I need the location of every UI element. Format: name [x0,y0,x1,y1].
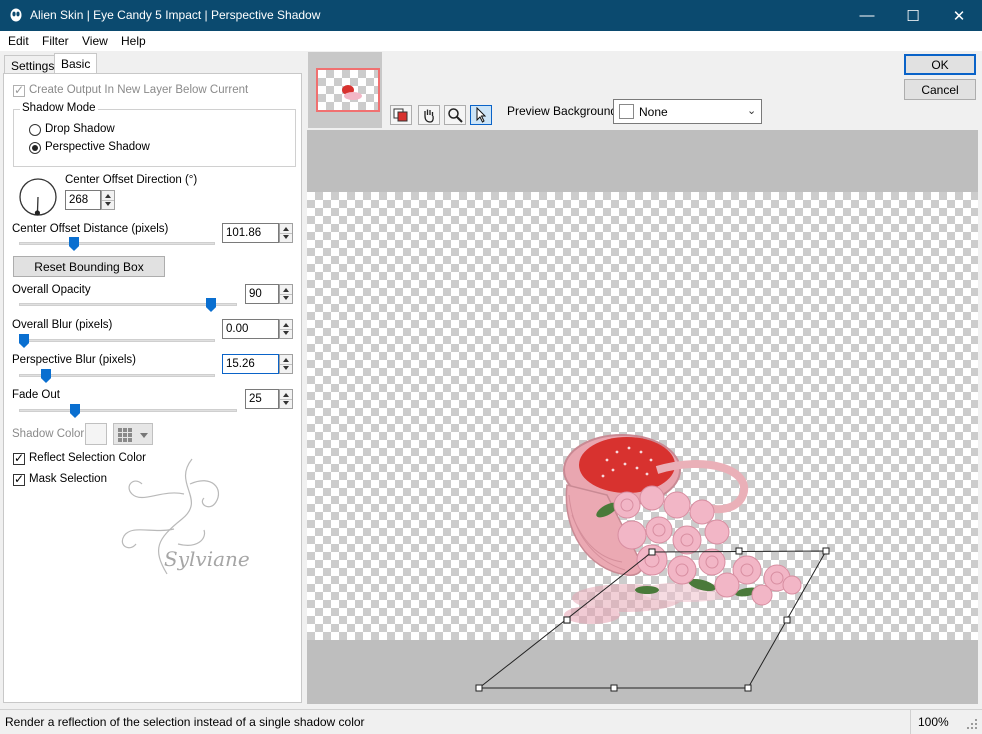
navigator-thumbnail[interactable] [316,68,380,112]
perspective-blur-spinner[interactable] [279,354,293,374]
tab-basic[interactable]: Basic [54,53,98,75]
watermark-flourish: Sylviane [121,458,250,575]
hand-icon [424,109,434,123]
shadow-color-swatch[interactable] [85,423,107,445]
shadow-color-label: Shadow Color [12,428,85,440]
menu-view[interactable]: View [82,34,108,48]
menu-filter[interactable]: Filter [42,34,69,48]
overall-opacity-label: Overall Opacity [12,284,91,296]
reset-bounding-box-button[interactable]: Reset Bounding Box [13,256,165,277]
box-handle-bottom-mid [610,684,618,692]
perspective-blur-thumb[interactable] [41,369,51,383]
zoom-level: 100% [918,715,949,729]
center-offset-distance-label: Center Offset Distance (pixels) [12,223,169,235]
pan-tool-button[interactable] [418,105,440,125]
watermark-text: Sylviane [164,547,250,571]
center-offset-direction-label: Center Offset Direction (°) [65,174,198,186]
perspective-blur-label: Perspective Blur (pixels) [12,354,136,366]
overall-opacity-input[interactable]: 90 [245,284,279,304]
zoom-tool-button[interactable] [444,105,466,125]
reflect-selection-checkbox[interactable] [13,451,25,465]
overall-opacity-track[interactable] [19,303,237,306]
box-handle-bottom-right [744,684,752,692]
magnifier-icon [448,108,463,123]
drop-shadow-label: Drop Shadow [45,123,115,135]
fade-out-input[interactable]: 25 [245,389,279,409]
menu-help[interactable]: Help [121,34,146,48]
none-swatch-icon [619,104,634,119]
select-tool-button[interactable] [470,105,492,125]
close-button[interactable]: ✕ [936,0,982,31]
resize-grip-icon[interactable] [966,718,978,730]
status-divider [910,710,911,734]
mask-selection-label: Mask Selection [29,473,107,485]
menu-edit[interactable]: Edit [8,34,29,48]
navigator-strip [308,52,382,128]
overall-blur-label: Overall Blur (pixels) [12,319,113,331]
box-handle-bottom-left [475,684,483,692]
chevron-down-icon: ⌄ [747,105,757,117]
box-handle-top-left [648,548,656,556]
title-bar: Alien Skin | Eye Candy 5 Impact | Perspe… [0,0,982,31]
menu-bar: Edit Filter View Help [0,31,982,51]
direction-dial[interactable] [17,176,59,218]
minimize-button[interactable]: — [844,0,890,31]
maximize-button[interactable]: ☐ [890,0,936,31]
center-offset-distance-thumb[interactable] [69,237,79,251]
fade-out-spinner[interactable] [279,389,293,409]
color-grid-icon [118,428,148,442]
fade-out-track[interactable] [19,409,237,412]
overall-blur-thumb[interactable] [19,334,29,348]
center-offset-distance-input[interactable]: 101.86 [222,223,279,243]
overall-blur-spinner[interactable] [279,319,293,339]
perspective-shadow-label: Perspective Shadow [45,141,150,153]
create-output-label: Create Output In New Layer Below Current [29,84,249,96]
center-offset-distance-spinner[interactable] [279,223,293,243]
box-handle-mid-right [783,616,791,624]
overall-opacity-thumb[interactable] [206,298,216,312]
fade-out-label: Fade Out [12,389,60,401]
box-handle-top-mid [735,547,743,555]
compare-icon [393,108,408,122]
perspective-shadow-radio[interactable] [29,142,41,154]
preview-image[interactable] [307,130,978,704]
drop-shadow-radio[interactable] [29,124,41,136]
cancel-button[interactable]: Cancel [904,79,976,100]
center-offset-distance-track[interactable] [19,242,215,245]
mask-selection-checkbox[interactable] [13,472,25,486]
preview-toggle-button[interactable] [390,105,412,125]
overall-blur-track[interactable] [19,339,215,342]
center-offset-direction-input[interactable]: 268 [65,190,101,210]
overall-blur-input[interactable]: 0.00 [222,319,279,339]
basic-settings-panel: Create Output In New Layer Below Current… [3,73,302,703]
preview-background-value: None [639,105,668,119]
tab-settings[interactable]: Settings [4,55,62,75]
fade-out-thumb[interactable] [70,404,80,418]
status-bar: Render a reflection of the selection ins… [0,709,982,734]
shadow-mode-group [13,109,296,167]
preview-background-select[interactable]: None ⌄ [613,99,762,124]
box-handle-mid-left [563,616,571,624]
center-offset-direction-spinner[interactable] [101,190,115,210]
ok-button[interactable]: OK [904,54,976,75]
arrow-cursor-icon [476,107,487,123]
perspective-blur-input[interactable]: 15.26 [222,354,279,374]
rose-basket [563,434,802,606]
create-output-checkbox[interactable] [13,83,25,97]
thumbnail-basket-icon [342,85,362,100]
preview-background-label: Preview Background: [507,104,621,118]
color-palette-dropdown[interactable] [113,423,153,445]
shadow-mode-label: Shadow Mode [20,102,98,114]
window-title: Alien Skin | Eye Candy 5 Impact | Perspe… [30,8,321,22]
alien-skin-icon [10,8,22,22]
status-message: Render a reflection of the selection ins… [5,715,365,729]
overall-opacity-spinner[interactable] [279,284,293,304]
box-handle-top-right [822,547,830,555]
